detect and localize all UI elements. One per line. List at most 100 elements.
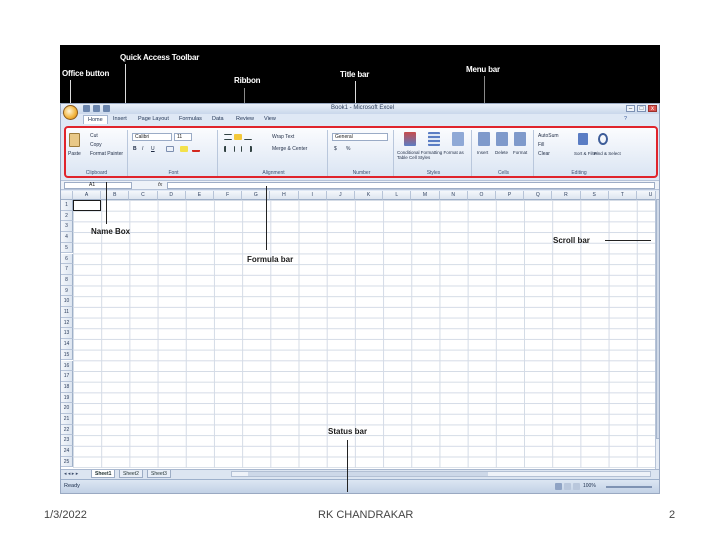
column-header[interactable]: H bbox=[270, 191, 299, 200]
row-header[interactable]: 12 bbox=[61, 317, 73, 329]
cut-button[interactable]: Cut bbox=[90, 133, 98, 139]
minimize-button[interactable]: – bbox=[626, 105, 635, 112]
row-header[interactable]: 19 bbox=[61, 392, 73, 404]
row-header[interactable]: 7 bbox=[61, 264, 73, 275]
undo-icon[interactable] bbox=[93, 105, 100, 112]
format-as-table-icon[interactable] bbox=[428, 132, 440, 146]
autosum-button[interactable]: AutoSum bbox=[538, 133, 559, 139]
column-header[interactable]: M bbox=[411, 191, 440, 200]
column-header[interactable]: T bbox=[608, 191, 637, 200]
tab-formulas[interactable]: Formulas bbox=[179, 116, 202, 122]
column-header[interactable]: L bbox=[383, 191, 412, 200]
paste-button[interactable]: Paste bbox=[68, 151, 81, 157]
row-header[interactable]: 17 bbox=[61, 371, 73, 382]
delete-button[interactable]: Delete bbox=[495, 150, 508, 155]
align-top-icon[interactable] bbox=[224, 134, 232, 140]
tab-home[interactable]: Home bbox=[83, 115, 108, 124]
vertical-scrollbar[interactable] bbox=[655, 191, 659, 469]
column-header[interactable]: F bbox=[214, 191, 243, 200]
delete-cells-icon[interactable] bbox=[496, 132, 508, 146]
tab-insert[interactable]: Insert bbox=[113, 116, 127, 122]
row-header[interactable]: 4 bbox=[61, 232, 73, 243]
align-middle-icon[interactable] bbox=[234, 134, 242, 140]
column-header[interactable]: A bbox=[73, 191, 102, 200]
row-header[interactable]: 18 bbox=[61, 381, 73, 393]
copy-button[interactable]: Copy bbox=[90, 142, 102, 148]
row-header[interactable]: 10 bbox=[61, 296, 73, 307]
format-cells-icon[interactable] bbox=[514, 132, 526, 146]
horizontal-scroll-thumb[interactable] bbox=[248, 472, 488, 476]
format-painter-button[interactable]: Format Painter bbox=[90, 151, 123, 157]
help-icon[interactable]: ? bbox=[624, 116, 627, 122]
formula-input[interactable] bbox=[167, 182, 655, 189]
wrap-text-button[interactable]: Wrap Text bbox=[272, 134, 294, 140]
row-header[interactable]: 15 bbox=[61, 349, 73, 361]
column-header[interactable]: U bbox=[637, 191, 655, 200]
tab-review[interactable]: Review bbox=[236, 116, 254, 122]
format-button[interactable]: Format bbox=[513, 150, 527, 155]
column-header[interactable]: E bbox=[185, 191, 214, 200]
row-header[interactable]: 25 bbox=[61, 456, 73, 468]
row-header[interactable]: 23 bbox=[61, 435, 73, 447]
row-header[interactable]: 24 bbox=[61, 446, 73, 457]
row-header[interactable]: 13 bbox=[61, 328, 73, 340]
column-header[interactable]: C bbox=[129, 191, 158, 200]
column-header[interactable]: I bbox=[298, 191, 327, 200]
column-header[interactable]: K bbox=[355, 191, 384, 200]
paste-icon[interactable] bbox=[69, 133, 80, 147]
save-icon[interactable] bbox=[83, 105, 90, 112]
row-header[interactable]: 21 bbox=[61, 414, 73, 425]
number-format-select[interactable]: General bbox=[332, 133, 388, 141]
row-header[interactable]: 8 bbox=[61, 274, 73, 286]
maximize-button[interactable]: □ bbox=[637, 105, 646, 112]
column-header[interactable]: O bbox=[467, 191, 496, 200]
conditional-formatting-icon[interactable] bbox=[404, 132, 416, 146]
tab-view[interactable]: View bbox=[264, 116, 276, 122]
row-header[interactable]: 1 bbox=[61, 200, 73, 211]
fx-icon[interactable]: fx bbox=[158, 182, 162, 188]
zoom-slider[interactable] bbox=[606, 486, 652, 488]
percent-button[interactable]: % bbox=[346, 146, 350, 152]
insert-button[interactable]: Insert bbox=[477, 150, 488, 155]
column-header[interactable]: J bbox=[326, 191, 355, 200]
italic-button[interactable]: I bbox=[142, 146, 143, 152]
row-header[interactable]: 9 bbox=[61, 285, 73, 297]
normal-view-icon[interactable] bbox=[555, 483, 562, 490]
redo-icon[interactable] bbox=[103, 105, 110, 112]
find-icon[interactable] bbox=[598, 133, 608, 145]
sheet-tab-2[interactable]: Sheet2 bbox=[119, 470, 143, 478]
active-cell[interactable] bbox=[73, 200, 102, 211]
column-header[interactable]: S bbox=[580, 191, 609, 200]
fill-color-icon[interactable] bbox=[180, 146, 188, 152]
row-header[interactable]: 5 bbox=[61, 242, 73, 254]
office-button[interactable] bbox=[63, 105, 78, 120]
cell-styles-button[interactable]: Cell Styles bbox=[409, 155, 430, 160]
column-header[interactable]: P bbox=[496, 191, 525, 200]
sheet-tab-1[interactable]: Sheet1 bbox=[91, 470, 116, 478]
horizontal-scrollbar[interactable] bbox=[231, 471, 651, 477]
font-name-select[interactable]: Calibri bbox=[132, 133, 172, 141]
find-select-button[interactable]: Find & Select bbox=[594, 151, 621, 156]
tab-page-layout[interactable]: Page Layout bbox=[138, 116, 169, 122]
align-bottom-icon[interactable] bbox=[244, 134, 252, 140]
sheet-tab-3[interactable]: Sheet3 bbox=[147, 470, 171, 478]
currency-button[interactable]: $ bbox=[334, 146, 337, 152]
font-size-select[interactable]: 11 bbox=[174, 133, 192, 141]
insert-cells-icon[interactable] bbox=[478, 132, 490, 146]
fill-button[interactable]: Fill bbox=[538, 142, 544, 148]
sort-filter-icon[interactable] bbox=[578, 133, 588, 145]
column-header[interactable]: Q bbox=[524, 191, 553, 200]
row-header[interactable]: 14 bbox=[61, 339, 73, 350]
underline-button[interactable]: U bbox=[151, 146, 155, 152]
row-header[interactable]: 11 bbox=[61, 307, 73, 318]
row-header[interactable]: 6 bbox=[61, 253, 73, 265]
tab-data[interactable]: Data bbox=[212, 116, 224, 122]
clear-button[interactable]: Clear bbox=[538, 151, 550, 157]
bold-button[interactable]: B bbox=[133, 146, 137, 152]
row-header[interactable]: 22 bbox=[61, 424, 73, 436]
row-header[interactable]: 2 bbox=[61, 210, 73, 222]
row-header[interactable]: 20 bbox=[61, 403, 73, 414]
column-header[interactable]: D bbox=[157, 191, 186, 200]
borders-icon[interactable] bbox=[166, 146, 174, 152]
row-header[interactable]: 16 bbox=[61, 360, 73, 372]
